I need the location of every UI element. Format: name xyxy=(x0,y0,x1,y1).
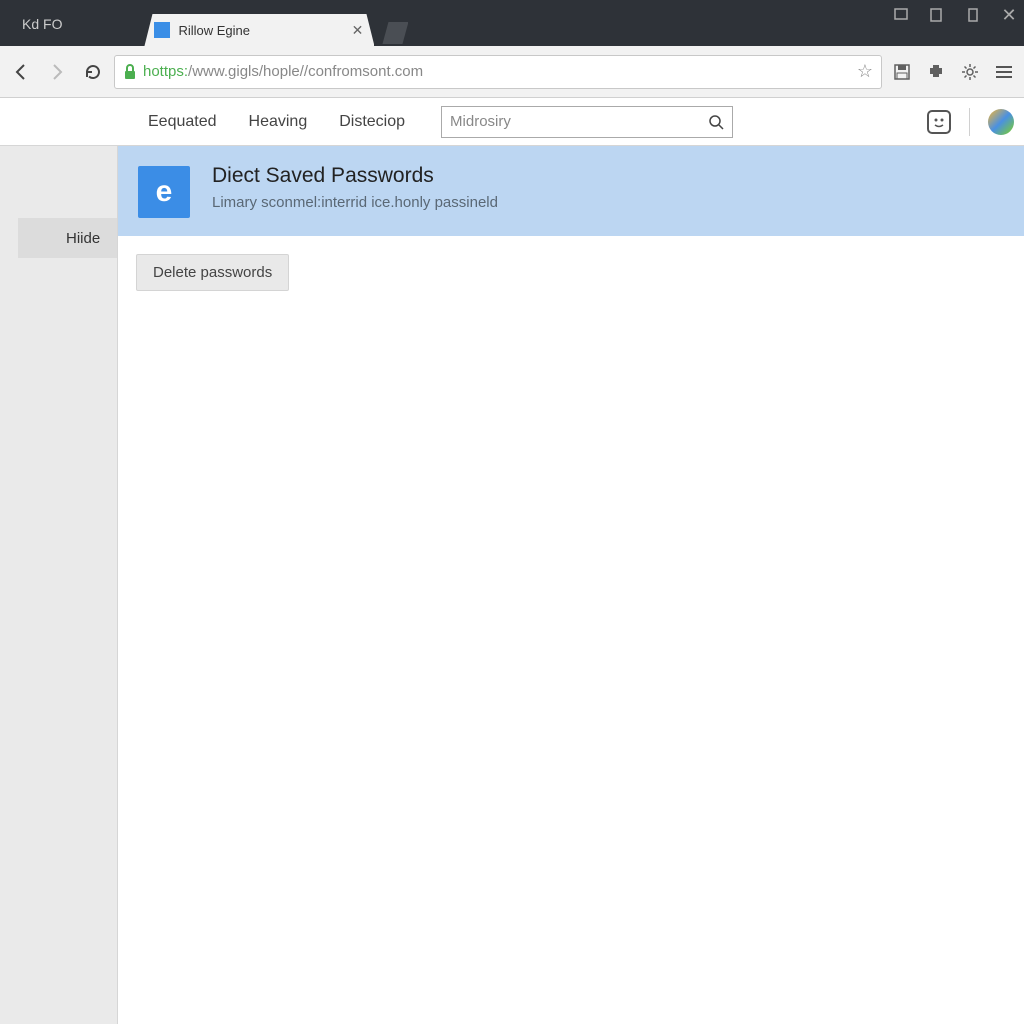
main-area: Hiide e Diect Saved Passwords Limary sco… xyxy=(0,146,1024,1024)
address-bar[interactable]: hottps:/www.gigls/hople//confromsont.com… xyxy=(114,55,882,89)
window-controls: ✕ xyxy=(892,6,1018,24)
title-bar: Kd FO Rillow Egine ✕ ✕ xyxy=(0,0,1024,46)
page-nav-right xyxy=(927,108,1024,136)
delete-passwords-button[interactable]: Delete passwords xyxy=(136,254,289,291)
banner-title: Diect Saved Passwords xyxy=(212,164,498,188)
tab-favicon xyxy=(154,22,170,38)
extensions-icon[interactable] xyxy=(922,58,950,86)
action-area: Delete passwords xyxy=(118,236,1024,309)
sidebar-item-hide[interactable]: Hiide xyxy=(18,218,117,258)
sidebar: Hiide xyxy=(0,146,118,1024)
banner-text: Diect Saved Passwords Limary sconmel:int… xyxy=(212,164,498,211)
banner: e Diect Saved Passwords Limary sconmel:i… xyxy=(118,146,1024,236)
edge-logo-icon: e xyxy=(138,166,190,218)
minimize-icon[interactable] xyxy=(892,6,910,24)
page-nav-bar: Eequated Heaving Disteciop xyxy=(0,98,1024,146)
tab-title: Rillow Egine xyxy=(178,23,342,38)
banner-subtitle: Limary sconmel:interrid ice.honly passin… xyxy=(212,194,498,211)
active-tab[interactable]: Rillow Egine ✕ xyxy=(144,14,374,46)
search-input[interactable] xyxy=(450,113,708,130)
sidebar-item-label: Hiide xyxy=(66,230,100,247)
settings-gear-icon[interactable] xyxy=(956,58,984,86)
emoji-icon[interactable] xyxy=(927,110,951,134)
page-search-box[interactable] xyxy=(441,106,733,138)
hamburger-menu-icon[interactable] xyxy=(990,58,1018,86)
user-avatar[interactable] xyxy=(988,109,1014,135)
bookmark-star-icon[interactable]: ☆ xyxy=(857,61,873,82)
tab-strip: Rillow Egine ✕ xyxy=(144,0,408,46)
nav-item-heaving[interactable]: Heaving xyxy=(249,113,308,131)
divider xyxy=(969,108,970,136)
close-tab-icon[interactable]: ✕ xyxy=(350,23,364,37)
restore-icon[interactable] xyxy=(964,6,982,24)
window-title-prefix: Kd FO xyxy=(22,16,62,32)
search-icon[interactable] xyxy=(708,114,724,130)
lock-icon xyxy=(123,64,137,80)
url-toolbar: hottps:/www.gigls/hople//confromsont.com… xyxy=(0,46,1024,98)
new-tab-button[interactable] xyxy=(382,22,408,44)
forward-button[interactable] xyxy=(42,57,72,87)
content-pane: e Diect Saved Passwords Limary sconmel:i… xyxy=(118,146,1024,1024)
nav-item-disteciop[interactable]: Disteciop xyxy=(339,113,405,131)
url-rest: /www.gigls/hople//confromsont.com xyxy=(188,63,423,80)
back-button[interactable] xyxy=(6,57,36,87)
url-text: hottps:/www.gigls/hople//confromsont.com xyxy=(143,63,851,80)
save-page-icon[interactable] xyxy=(888,58,916,86)
nav-item-equated[interactable]: Eequated xyxy=(148,113,217,131)
maximize-icon[interactable] xyxy=(928,6,946,24)
reload-button[interactable] xyxy=(78,57,108,87)
url-protocol: hottps: xyxy=(143,63,188,80)
close-window-icon[interactable]: ✕ xyxy=(1000,6,1018,24)
